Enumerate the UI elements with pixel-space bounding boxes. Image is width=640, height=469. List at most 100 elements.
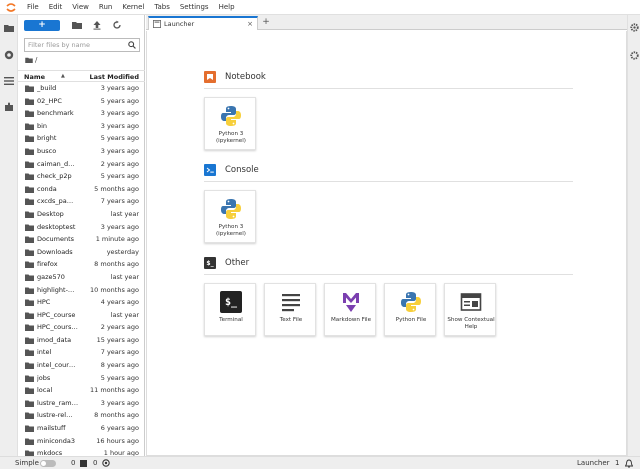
menu-file[interactable]: File [22,3,44,11]
file-row[interactable]: mailstuff 6 years ago [18,422,145,435]
file-row[interactable]: bright 5 years ago [18,132,145,145]
file-row[interactable]: 02_HPC 5 years ago [18,95,145,108]
new-tab-button[interactable]: + [261,17,271,27]
folder-icon [25,312,34,319]
table-of-contents-icon[interactable] [4,76,14,86]
file-filter-input[interactable] [28,41,128,49]
section-divider [204,88,573,89]
file-row[interactable]: bin 3 years ago [18,120,145,133]
refresh-icon[interactable] [112,20,122,30]
card-label: Markdown File [330,317,372,323]
file-name: gaze570 [37,272,65,281]
new-folder-icon[interactable] [72,20,82,30]
file-row[interactable]: lustre_ram… 3 years ago [18,397,145,410]
file-row[interactable]: Desktop last year [18,208,145,221]
running-icon[interactable] [4,50,14,60]
folder-icon [25,173,34,181]
file-row[interactable]: cxcds_pa… 7 years ago [18,195,145,208]
search-icon [128,41,136,49]
file-row[interactable]: gaze570 last year [18,271,145,284]
card-contextual-help[interactable]: Show Contextual Help [444,283,496,336]
simple-mode-toggle[interactable] [40,460,56,467]
section-title-other: Other [225,258,250,268]
file-row[interactable]: intel 7 years ago [18,346,145,359]
menu-kernel[interactable]: Kernel [117,3,149,11]
folder-icon [25,98,34,105]
folder-icon [25,425,34,433]
card-terminal[interactable]: $_ Terminal [204,283,256,336]
menu-help[interactable]: Help [214,3,240,11]
menu-settings[interactable]: Settings [175,3,214,11]
tab-launcher[interactable]: Launcher × [148,16,258,30]
file-row[interactable]: HPC_cours… 2 years ago [18,321,145,334]
file-row[interactable]: lustre-rel… 8 months ago [18,409,145,422]
file-row[interactable]: benchmark 3 years ago [18,107,145,120]
file-row[interactable]: miniconda3 16 hours ago [18,435,145,448]
file-modified: 7 years ago [100,197,139,206]
notification-bell-icon[interactable] [625,459,633,468]
file-row[interactable]: desktoptest 3 years ago [18,221,145,234]
card-text-file[interactable]: Text File [264,283,316,336]
file-name: lustre_ram… [37,398,79,407]
card-console-python3[interactable]: Python 3 (ipykernel) [204,190,256,243]
file-row[interactable]: firefox 8 months ago [18,258,145,271]
file-name: HPC_cours… [37,323,78,332]
folder-icon [25,236,34,244]
file-modified: 4 years ago [100,298,139,307]
file-row[interactable]: check_p2p 5 years ago [18,170,145,183]
file-row[interactable]: jobs 5 years ago [18,372,145,385]
menu-tabs[interactable]: Tabs [149,3,175,11]
file-name: lustre-rel… [37,411,73,420]
terminal-count[interactable]: 0 [71,459,75,467]
file-row[interactable]: Downloads yesterday [18,246,145,259]
card-label: Python 3 (ipykernel) [215,224,246,237]
right-sidebar [627,15,640,456]
card-python-file[interactable]: Python File [384,283,436,336]
file-row[interactable]: HPC 4 years ago [18,296,145,309]
column-name[interactable]: Name [24,73,45,81]
card-label: Python 3 (ipykernel) [215,131,246,144]
property-inspector-icon[interactable] [630,51,639,60]
gear-icon[interactable] [630,23,639,32]
breadcrumb[interactable]: / [25,56,37,64]
tab-close-icon[interactable]: × [247,20,253,28]
folder-icon [25,135,34,143]
folder-icon [25,261,34,269]
menu-view[interactable]: View [67,3,94,11]
kernel-count[interactable]: 0 [93,459,97,467]
column-last-modified[interactable]: Last Modified [90,73,139,81]
folder-icon[interactable] [4,23,14,33]
file-row[interactable]: intel_cour… 8 years ago [18,359,145,372]
upload-icon[interactable] [92,20,102,30]
card-notebook-python3[interactable]: Python 3 (ipykernel) [204,97,256,150]
file-row[interactable]: HPC_course last year [18,309,145,322]
file-row[interactable]: caiman_d… 2 years ago [18,158,145,171]
folder-icon [25,123,34,130]
file-modified: 5 years ago [100,96,139,105]
file-name: bright [37,134,57,143]
extension-icon[interactable] [4,102,14,112]
folder-icon [25,299,34,307]
section-notebook: Notebook [204,70,573,84]
breadcrumb-root[interactable]: / [35,56,37,64]
folder-icon [25,198,34,206]
card-markdown-file[interactable]: Markdown File [324,283,376,336]
text-file-icon [278,289,304,315]
file-row[interactable]: Documents 1 minute ago [18,233,145,246]
menu-run[interactable]: Run [94,3,117,11]
file-filter-field [24,38,140,52]
menu-edit[interactable]: Edit [44,3,68,11]
file-row[interactable]: highlight-… 10 months ago [18,284,145,297]
file-row[interactable]: _build 3 years ago [18,82,145,95]
file-modified: 11 months ago [90,386,139,395]
file-row[interactable]: imod_data 15 years ago [18,334,145,347]
console-icon [204,164,216,176]
terminal-icon: $_ [204,257,216,269]
python-logo-icon [218,103,244,129]
file-row[interactable]: busco 3 years ago [18,145,145,158]
file-row[interactable]: local 11 months ago [18,384,145,397]
file-row[interactable]: conda 5 months ago [18,183,145,196]
file-modified: last year [110,209,139,218]
section-title-console: Console [225,165,259,175]
new-launcher-button[interactable]: + [24,19,60,31]
